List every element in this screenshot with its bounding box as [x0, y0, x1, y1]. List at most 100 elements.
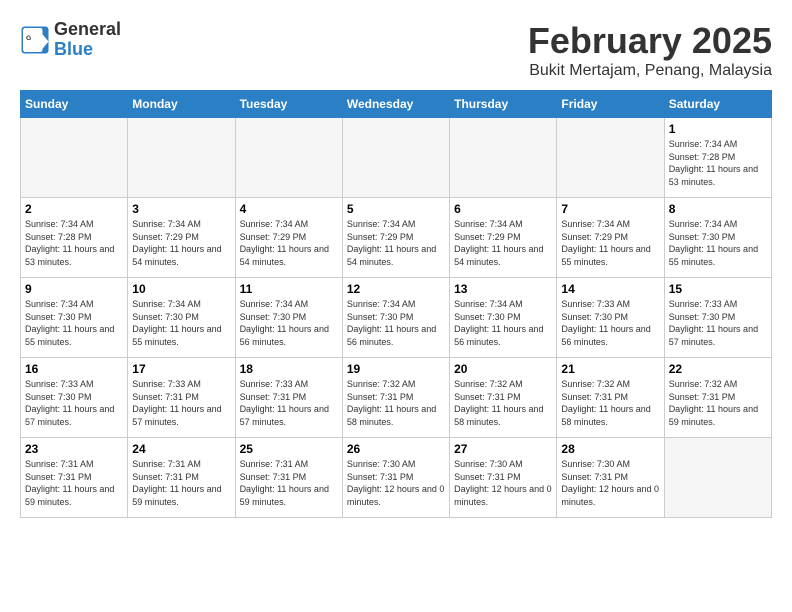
day-info: Sunrise: 7:33 AMSunset: 7:31 PMDaylight:… — [132, 378, 230, 428]
calendar-cell: 21 Sunrise: 7:32 AMSunset: 7:31 PMDayligh… — [557, 358, 664, 438]
calendar-cell — [557, 118, 664, 198]
logo-text: General Blue — [54, 20, 121, 60]
day-info: Sunrise: 7:33 AMSunset: 7:30 PMDaylight:… — [561, 298, 659, 348]
day-info: Sunrise: 7:32 AMSunset: 7:31 PMDaylight:… — [669, 378, 767, 428]
calendar-cell: 28 Sunrise: 7:30 AMSunset: 7:31 PMDayligh… — [557, 438, 664, 518]
day-number: 1 — [669, 122, 767, 136]
day-number: 12 — [347, 282, 445, 296]
calendar-cell: 24 Sunrise: 7:31 AMSunset: 7:31 PMDayligh… — [128, 438, 235, 518]
day-info: Sunrise: 7:34 AMSunset: 7:30 PMDaylight:… — [347, 298, 445, 348]
day-info: Sunrise: 7:34 AMSunset: 7:30 PMDaylight:… — [240, 298, 338, 348]
calendar-cell — [21, 118, 128, 198]
day-info: Sunrise: 7:34 AMSunset: 7:28 PMDaylight:… — [25, 218, 123, 268]
day-info: Sunrise: 7:33 AMSunset: 7:30 PMDaylight:… — [25, 378, 123, 428]
calendar-cell: 3Sunrise: 7:34 AMSunset: 7:29 PMDaylight… — [128, 198, 235, 278]
calendar-cell: 13 Sunrise: 7:34 AMSunset: 7:30 PMDayligh… — [450, 278, 557, 358]
title-block: February 2025 Bukit Mertajam, Penang, Ma… — [528, 20, 772, 80]
day-info: Sunrise: 7:34 AMSunset: 7:29 PMDaylight:… — [347, 218, 445, 268]
calendar-cell: 19 Sunrise: 7:32 AMSunset: 7:31 PMDayligh… — [342, 358, 449, 438]
day-number: 16 — [25, 362, 123, 376]
calendar-cell: 5 Sunrise: 7:34 AMSunset: 7:29 PMDaylight… — [342, 198, 449, 278]
calendar-cell: 6Sunrise: 7:34 AMSunset: 7:29 PMDaylight… — [450, 198, 557, 278]
calendar-cell: 10 Sunrise: 7:34 AMSunset: 7:30 PMDayligh… — [128, 278, 235, 358]
calendar-cell: 27Sunrise: 7:30 AMSunset: 7:31 PMDayligh… — [450, 438, 557, 518]
calendar-week-3: 9 Sunrise: 7:34 AMSunset: 7:30 PMDaylight… — [21, 278, 772, 358]
day-number: 27 — [454, 442, 552, 456]
day-number: 26 — [347, 442, 445, 456]
calendar-cell — [450, 118, 557, 198]
calendar-cell: 22 Sunrise: 7:32 AMSunset: 7:31 PMDayligh… — [664, 358, 771, 438]
day-info: Sunrise: 7:34 AMSunset: 7:30 PMDaylight:… — [132, 298, 230, 348]
day-number: 3 — [132, 202, 230, 216]
day-info: Sunrise: 7:31 AMSunset: 7:31 PMDaylight:… — [25, 458, 123, 508]
day-info: Sunrise: 7:30 AMSunset: 7:31 PMDaylight:… — [347, 458, 445, 508]
location-subtitle: Bukit Mertajam, Penang, Malaysia — [528, 62, 772, 80]
calendar-cell: 25 Sunrise: 7:31 AMSunset: 7:31 PMDayligh… — [235, 438, 342, 518]
calendar-cell: 9Sunrise: 7:34 AMSunset: 7:30 PMDaylight… — [21, 278, 128, 358]
calendar-cell: 17 Sunrise: 7:33 AMSunset: 7:31 PMDayligh… — [128, 358, 235, 438]
day-info: Sunrise: 7:32 AMSunset: 7:31 PMDaylight:… — [347, 378, 445, 428]
day-number: 4 — [240, 202, 338, 216]
calendar-cell: 14Sunrise: 7:33 AMSunset: 7:30 PMDayligh… — [557, 278, 664, 358]
calendar-header: SundayMondayTuesdayWednesdayThursdayFrid… — [21, 91, 772, 118]
day-number: 9 — [25, 282, 123, 296]
calendar-cell: 8Sunrise: 7:34 AMSunset: 7:30 PMDaylight… — [664, 198, 771, 278]
logo-general-text: General — [54, 20, 121, 40]
day-info: Sunrise: 7:33 AMSunset: 7:30 PMDaylight:… — [669, 298, 767, 348]
day-number: 25 — [240, 442, 338, 456]
day-number: 17 — [132, 362, 230, 376]
day-number: 22 — [669, 362, 767, 376]
calendar-cell: 12 Sunrise: 7:34 AMSunset: 7:30 PMDayligh… — [342, 278, 449, 358]
calendar-cell — [664, 438, 771, 518]
calendar-cell: 18Sunrise: 7:33 AMSunset: 7:31 PMDayligh… — [235, 358, 342, 438]
calendar-cell: 1 Sunrise: 7:34 AMSunset: 7:28 PMDaylight… — [664, 118, 771, 198]
weekday-header-tuesday: Tuesday — [235, 91, 342, 118]
day-number: 5 — [347, 202, 445, 216]
calendar-week-5: 23 Sunrise: 7:31 AMSunset: 7:31 PMDayligh… — [21, 438, 772, 518]
logo-icon: G — [20, 25, 50, 55]
weekday-header-saturday: Saturday — [664, 91, 771, 118]
calendar-body: 1 Sunrise: 7:34 AMSunset: 7:28 PMDaylight… — [21, 118, 772, 518]
day-info: Sunrise: 7:32 AMSunset: 7:31 PMDaylight:… — [561, 378, 659, 428]
calendar-cell: 2Sunrise: 7:34 AMSunset: 7:28 PMDaylight… — [21, 198, 128, 278]
day-number: 15 — [669, 282, 767, 296]
day-info: Sunrise: 7:34 AMSunset: 7:29 PMDaylight:… — [240, 218, 338, 268]
calendar-cell — [128, 118, 235, 198]
day-number: 10 — [132, 282, 230, 296]
day-number: 13 — [454, 282, 552, 296]
logo-blue-text: Blue — [54, 40, 121, 60]
day-number: 23 — [25, 442, 123, 456]
logo: G General Blue — [20, 20, 121, 60]
calendar-cell: 7Sunrise: 7:34 AMSunset: 7:29 PMDaylight… — [557, 198, 664, 278]
day-info: Sunrise: 7:34 AMSunset: 7:28 PMDaylight:… — [669, 138, 767, 188]
day-number: 21 — [561, 362, 659, 376]
calendar-cell: 15 Sunrise: 7:33 AMSunset: 7:30 PMDayligh… — [664, 278, 771, 358]
calendar-cell: 23 Sunrise: 7:31 AMSunset: 7:31 PMDayligh… — [21, 438, 128, 518]
calendar-week-2: 2Sunrise: 7:34 AMSunset: 7:28 PMDaylight… — [21, 198, 772, 278]
header-row: SundayMondayTuesdayWednesdayThursdayFrid… — [21, 91, 772, 118]
day-info: Sunrise: 7:31 AMSunset: 7:31 PMDaylight:… — [132, 458, 230, 508]
day-number: 19 — [347, 362, 445, 376]
day-number: 24 — [132, 442, 230, 456]
weekday-header-sunday: Sunday — [21, 91, 128, 118]
day-number: 18 — [240, 362, 338, 376]
day-info: Sunrise: 7:34 AMSunset: 7:29 PMDaylight:… — [454, 218, 552, 268]
day-number: 20 — [454, 362, 552, 376]
day-info: Sunrise: 7:31 AMSunset: 7:31 PMDaylight:… — [240, 458, 338, 508]
calendar-week-4: 16 Sunrise: 7:33 AMSunset: 7:30 PMDayligh… — [21, 358, 772, 438]
calendar-cell — [235, 118, 342, 198]
day-info: Sunrise: 7:34 AMSunset: 7:30 PMDaylight:… — [454, 298, 552, 348]
weekday-header-wednesday: Wednesday — [342, 91, 449, 118]
day-info: Sunrise: 7:30 AMSunset: 7:31 PMDaylight:… — [561, 458, 659, 508]
day-number: 11 — [240, 282, 338, 296]
day-number: 7 — [561, 202, 659, 216]
day-number: 28 — [561, 442, 659, 456]
calendar-week-1: 1 Sunrise: 7:34 AMSunset: 7:28 PMDaylight… — [21, 118, 772, 198]
month-title: February 2025 — [528, 20, 772, 62]
day-info: Sunrise: 7:34 AMSunset: 7:30 PMDaylight:… — [669, 218, 767, 268]
page-header: G General Blue February 2025 Bukit Merta… — [20, 20, 772, 80]
calendar-cell: 16 Sunrise: 7:33 AMSunset: 7:30 PMDayligh… — [21, 358, 128, 438]
calendar-cell: 20Sunrise: 7:32 AMSunset: 7:31 PMDayligh… — [450, 358, 557, 438]
svg-text:G: G — [26, 35, 31, 42]
calendar-cell — [342, 118, 449, 198]
